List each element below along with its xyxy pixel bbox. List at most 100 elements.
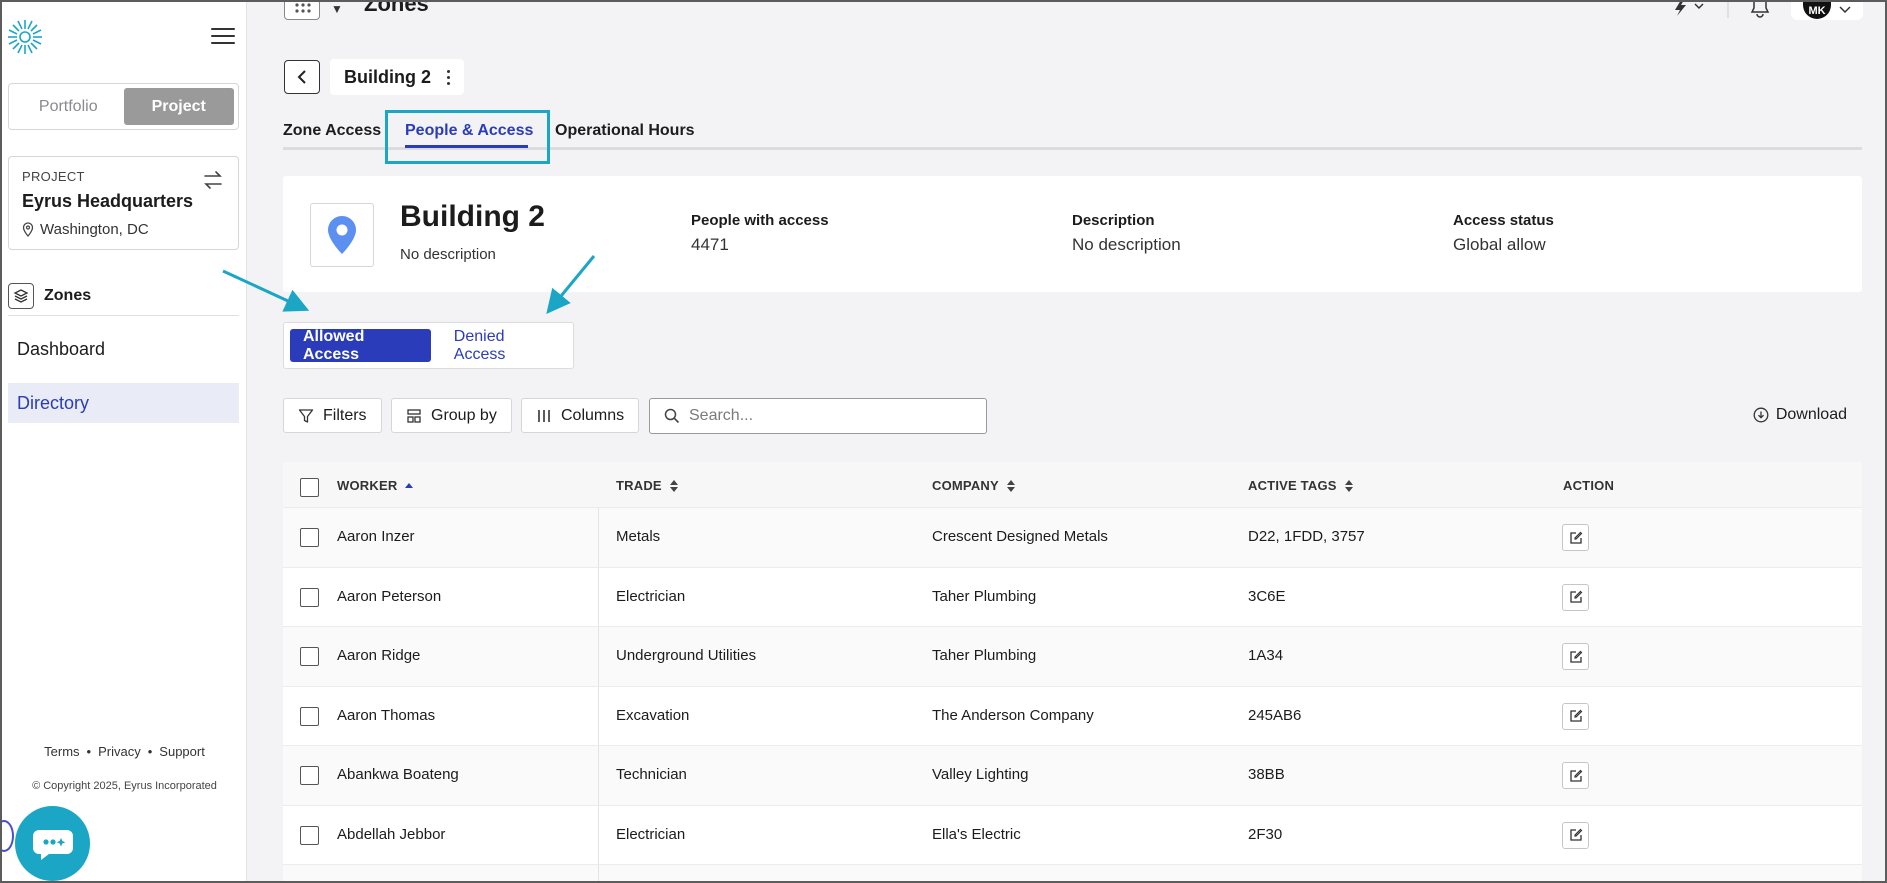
apps-grid-icon xyxy=(295,3,311,13)
tab-operational-hours[interactable]: Operational Hours xyxy=(555,122,695,140)
filters-label: Filters xyxy=(323,406,367,424)
columns-button[interactable]: Columns xyxy=(521,398,640,433)
filters-button[interactable]: Filters xyxy=(283,398,382,433)
apps-grid-button[interactable] xyxy=(284,0,320,20)
column-header-worker[interactable]: WORKER xyxy=(337,478,414,493)
user-menu[interactable]: MK xyxy=(1791,0,1863,20)
more-options-icon[interactable] xyxy=(447,69,450,85)
company-cell: Ella's Electric xyxy=(932,825,1021,843)
stat-access-status: Access status Global allow xyxy=(1453,212,1554,255)
edit-icon xyxy=(1569,709,1582,722)
edit-button[interactable] xyxy=(1562,583,1589,611)
table-row[interactable]: Abankwa Boateng Technician Valley Lighti… xyxy=(283,746,1862,806)
project-kicker: PROJECT xyxy=(22,169,85,184)
chat-button[interactable] xyxy=(15,806,90,881)
edit-button[interactable] xyxy=(1562,524,1589,551)
edit-button[interactable] xyxy=(1562,762,1589,789)
tags-cell: 3C6E xyxy=(1248,587,1286,605)
project-name: Eyrus Headquarters xyxy=(22,191,194,211)
trade-cell: Excavation xyxy=(616,706,690,724)
terms-link[interactable]: Terms xyxy=(44,744,79,759)
workers-table: WORKER TRADE COMPANY ACTIVE TAGS ACTION … xyxy=(283,462,1862,883)
group-by-button[interactable]: Group by xyxy=(391,398,512,433)
support-link[interactable]: Support xyxy=(159,744,205,759)
zones-label: Zones xyxy=(44,286,92,304)
edit-icon xyxy=(1569,769,1582,782)
bell-icon[interactable] xyxy=(1749,0,1771,18)
portfolio-tab[interactable]: Portfolio xyxy=(13,88,124,125)
trade-cell: Underground Utilities xyxy=(616,647,757,664)
trade-cell: Electrician xyxy=(616,825,686,843)
privacy-link[interactable]: Privacy xyxy=(98,744,141,759)
chevron-left-icon xyxy=(297,70,306,84)
denied-access-button[interactable]: Denied Access xyxy=(441,328,567,363)
sort-icon xyxy=(669,479,678,492)
search-field[interactable] xyxy=(649,398,987,434)
row-checkbox[interactable] xyxy=(300,647,319,666)
tags-cell: 38BB xyxy=(1248,766,1285,783)
download-button[interactable]: Download xyxy=(1753,406,1847,424)
stat-value: 4471 xyxy=(691,235,729,254)
table-row[interactable] xyxy=(283,865,1862,883)
project-location: Washington, DC xyxy=(22,221,225,238)
zone-title: Building 2 xyxy=(400,200,545,233)
back-button[interactable] xyxy=(284,60,320,94)
zones-section[interactable]: Zones xyxy=(8,276,239,316)
table-row[interactable]: Abdellah Jebbor Electrician Ella's Elect… xyxy=(283,805,1862,865)
column-label: WORKER xyxy=(337,478,398,493)
project-card: PROJECT Eyrus Headquarters Washington, D… xyxy=(8,156,239,250)
row-checkbox[interactable] xyxy=(300,528,319,547)
table-row[interactable]: Aaron Ridge Underground Utilities Taher … xyxy=(283,627,1862,687)
column-header-company[interactable]: COMPANY xyxy=(932,478,1015,493)
tab-zone-access[interactable]: Zone Access xyxy=(283,122,381,140)
annotation-highlight-box xyxy=(385,110,550,164)
worker-cell: Aaron Peterson xyxy=(337,587,442,605)
footer-links: Terms • Privacy • Support xyxy=(44,744,205,759)
table-row[interactable]: Aaron Peterson Electrician Taher Plumbin… xyxy=(283,567,1862,627)
row-checkbox[interactable] xyxy=(300,706,319,726)
table-header: WORKER TRADE COMPANY ACTIVE TAGS ACTION xyxy=(283,462,1862,508)
row-checkbox[interactable] xyxy=(300,766,319,785)
edit-button[interactable] xyxy=(1562,821,1589,849)
sort-icon xyxy=(1006,479,1015,492)
switch-project-icon[interactable] xyxy=(202,169,224,191)
divider-icon xyxy=(1727,0,1729,18)
worker-cell: Aaron Inzer xyxy=(337,528,415,545)
eyrus-logo-icon[interactable] xyxy=(6,18,44,56)
stat-label: Description xyxy=(1072,212,1155,229)
worker-cell: Aaron Thomas xyxy=(337,706,436,724)
menu-icon[interactable] xyxy=(211,28,235,48)
allowed-access-button[interactable]: Allowed Access xyxy=(290,328,431,363)
tags-cell: 2F30 xyxy=(1248,825,1283,843)
row-checkbox[interactable] xyxy=(300,587,319,607)
column-label: ACTIVE TAGS xyxy=(1248,478,1337,493)
project-tab[interactable]: Project xyxy=(123,88,234,125)
trade-cell: Electrician xyxy=(616,587,686,605)
worker-cell: Abankwa Boateng xyxy=(337,766,459,783)
sort-icon xyxy=(1344,479,1353,492)
chat-icon xyxy=(32,829,73,860)
zone-summary-card: Building 2 No description People with ac… xyxy=(283,176,1862,292)
column-header-active-tags[interactable]: ACTIVE TAGS xyxy=(1248,478,1353,493)
stat-description: Description No description xyxy=(1072,212,1181,255)
column-label: COMPANY xyxy=(932,478,999,493)
nav-dashboard[interactable]: Dashboard xyxy=(8,329,239,369)
sort-ascending-icon xyxy=(405,483,414,488)
copyright: © Copyright 2025, Eyrus Incorporated xyxy=(32,780,217,792)
filter-icon xyxy=(298,408,314,423)
column-header-trade[interactable]: TRADE xyxy=(616,478,678,493)
edit-icon xyxy=(1569,590,1582,603)
chevron-down-icon[interactable]: ▼ xyxy=(331,2,343,16)
stat-value: Global allow xyxy=(1453,235,1546,254)
edit-button[interactable] xyxy=(1562,702,1589,730)
stat-label: People with access xyxy=(691,212,829,229)
lightning-icon[interactable] xyxy=(1667,0,1707,16)
table-row[interactable]: Aaron Thomas Excavation The Anderson Com… xyxy=(283,686,1862,746)
table-row[interactable]: Aaron Inzer Metals Crescent Designed Met… xyxy=(283,508,1862,568)
row-checkbox[interactable] xyxy=(300,825,319,845)
search-input[interactable] xyxy=(689,407,969,425)
search-icon xyxy=(664,408,680,424)
nav-directory[interactable]: Directory xyxy=(8,383,239,423)
edit-button[interactable] xyxy=(1562,643,1589,670)
select-all-checkbox[interactable] xyxy=(300,478,319,497)
